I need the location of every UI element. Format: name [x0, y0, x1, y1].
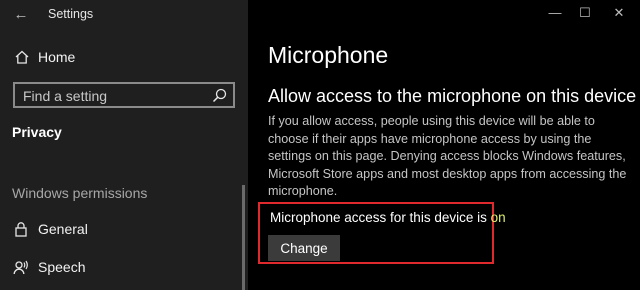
change-button[interactable]: Change [268, 235, 340, 261]
close-button[interactable]: ✕ [604, 2, 634, 24]
status-prefix: Microphone access for this device is [270, 210, 487, 225]
sidebar-item-general[interactable]: General [0, 214, 248, 244]
sidebar: ← Settings Home Privacy Windows permissi… [0, 0, 248, 290]
search-icon[interactable] [212, 88, 227, 103]
maximize-button[interactable]: ☐ [570, 2, 600, 24]
sidebar-item-label: Home [38, 49, 76, 65]
page-title: Microphone [268, 42, 389, 68]
sidebar-item-label: Speech [38, 259, 86, 275]
status-text: Microphone access for this device is on [270, 210, 506, 225]
sidebar-item-home[interactable]: Home [0, 42, 248, 72]
section-heading: Allow access to the microphone on this d… [268, 86, 637, 106]
speech-icon [13, 259, 29, 275]
search-box[interactable] [13, 82, 235, 108]
status-value: on [490, 210, 506, 225]
minimize-button[interactable]: — [540, 2, 570, 24]
current-section-title: Privacy [12, 124, 62, 140]
sidebar-scrollbar[interactable] [242, 185, 245, 290]
window-title: Settings [48, 7, 94, 21]
section-description: If you allow access, people using this d… [268, 114, 627, 198]
main-content: — ☐ ✕ Microphone Allow access to the mic… [248, 0, 640, 290]
sidebar-item-label: General [38, 221, 88, 237]
group-heading: Windows permissions [12, 185, 148, 201]
home-icon [14, 49, 30, 65]
sidebar-item-speech[interactable]: Speech [0, 252, 248, 282]
lock-icon [13, 221, 29, 237]
search-input[interactable] [23, 87, 203, 105]
back-arrow-icon[interactable]: ← [12, 6, 30, 24]
